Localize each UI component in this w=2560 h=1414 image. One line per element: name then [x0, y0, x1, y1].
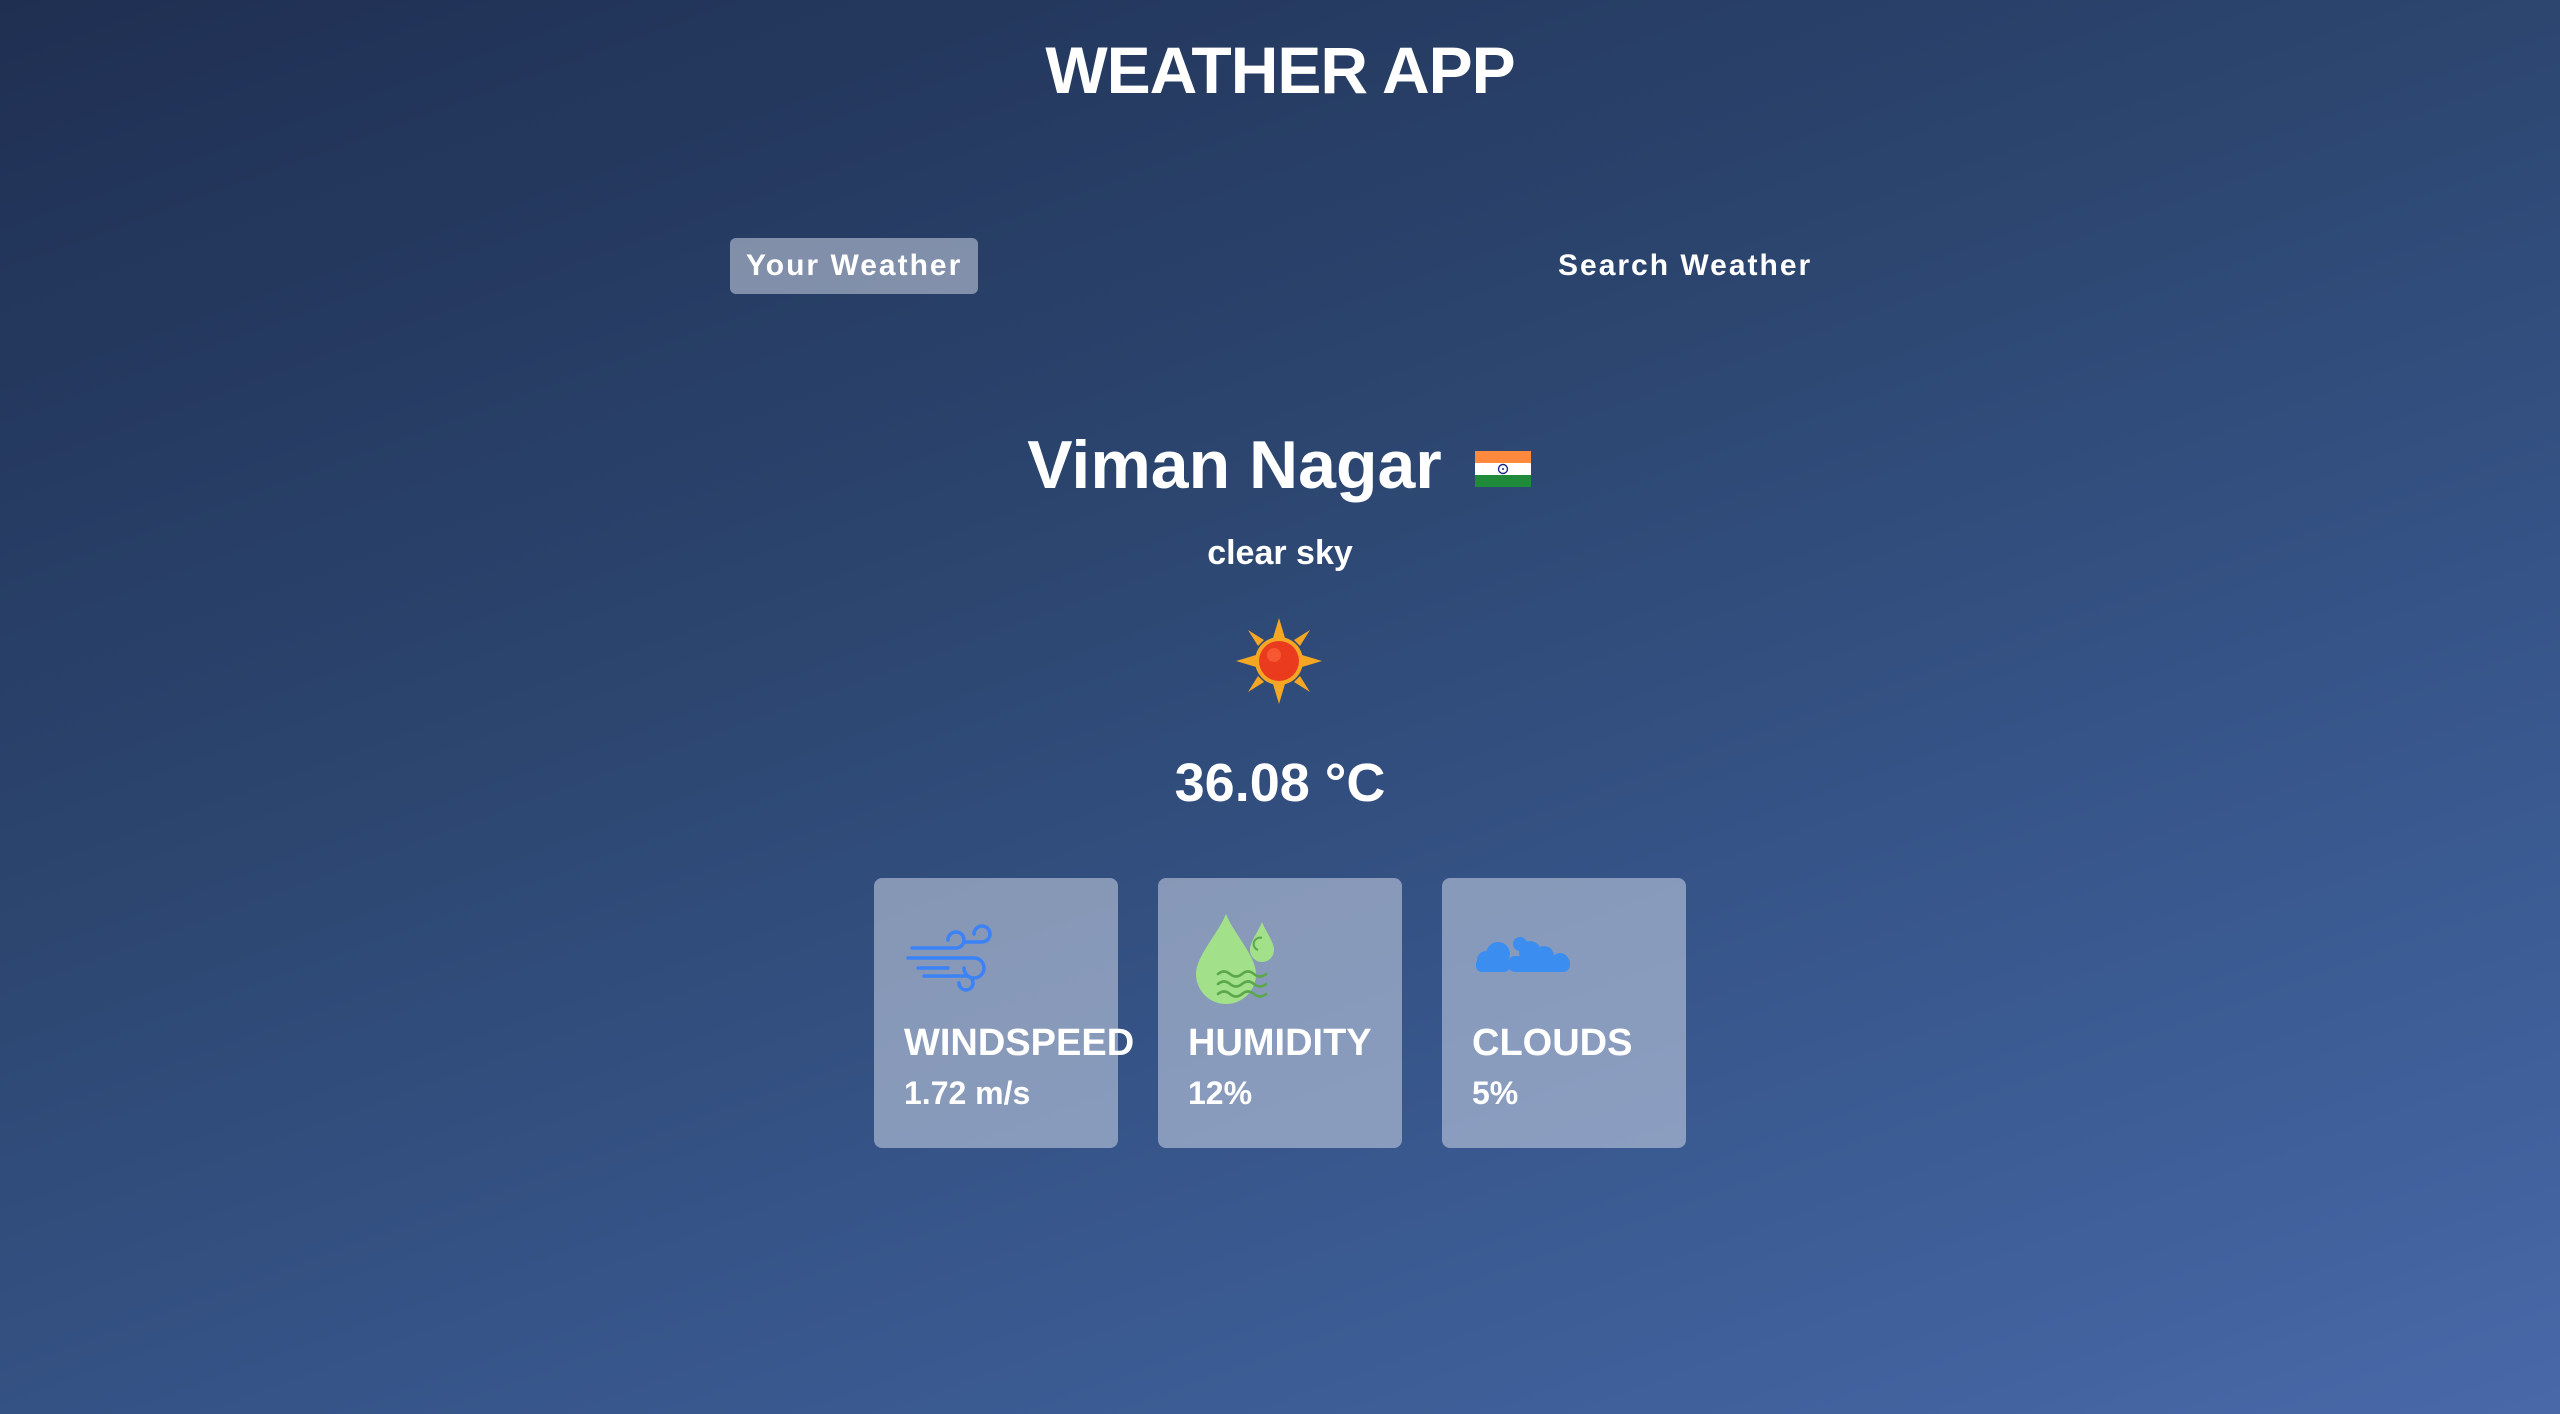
tab-your-weather[interactable]: Your Weather: [730, 238, 979, 294]
windspeed-card: WINDSPEED 1.72 m/s: [874, 878, 1134, 1148]
app-title: WEATHER APP: [1045, 33, 1515, 107]
stats-cards: WINDSPEED 1.72 m/s HUMIDITY 12% CLOUDS 5…: [874, 878, 1686, 1148]
clouds-label: CLOUDS: [1472, 1022, 1633, 1064]
humidity-card: HUMIDITY 12%: [1158, 878, 1402, 1148]
weather-description: clear sky: [1207, 534, 1353, 572]
location-heading: Viman Nagar: [0, 415, 2560, 510]
india-flag-icon: [1473, 431, 1533, 491]
humidity-icon: [1188, 912, 1288, 1012]
tab-bar: Your Weather Search Weather: [730, 238, 1830, 294]
windspeed-label: WINDSPEED: [904, 1022, 1135, 1064]
temperature: 36.08 °C: [1174, 753, 1386, 813]
humidity-label: HUMIDITY: [1188, 1022, 1372, 1064]
clouds-value: 5%: [1472, 1075, 1519, 1111]
tab-search-weather[interactable]: Search Weather: [1542, 238, 1828, 294]
clouds-icon: [1472, 912, 1572, 1012]
wind-icon: [904, 912, 1004, 1012]
windspeed-value: 1.72 m/s: [904, 1075, 1031, 1111]
humidity-value: 12%: [1188, 1075, 1253, 1111]
city-name: Viman Nagar: [1027, 427, 1442, 504]
clouds-card: CLOUDS 5%: [1442, 878, 1686, 1148]
sun-icon: [1234, 616, 1324, 706]
